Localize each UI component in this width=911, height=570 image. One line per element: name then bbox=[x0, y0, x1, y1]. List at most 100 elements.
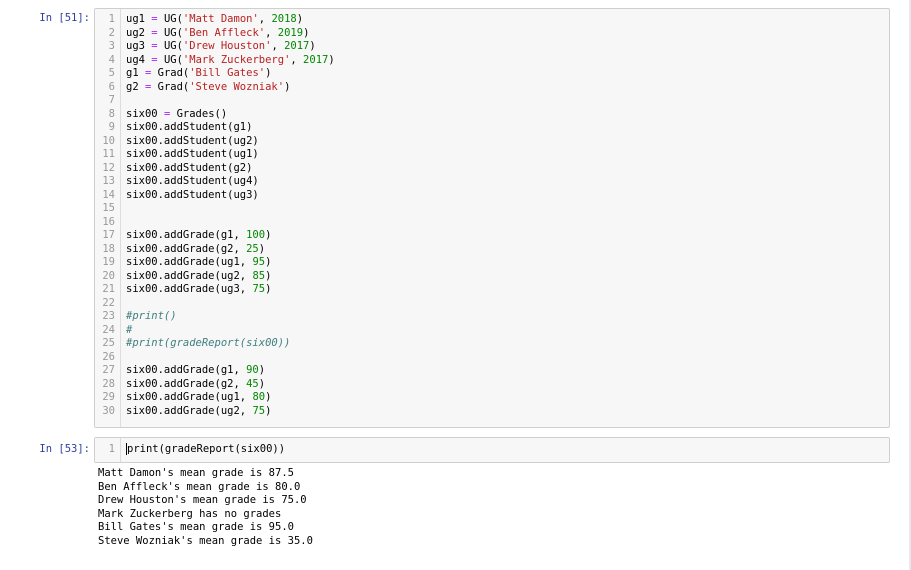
code-token: Grades() bbox=[170, 107, 228, 120]
code-token: 2019 bbox=[277, 26, 304, 39]
code-token: ug4 bbox=[126, 53, 152, 66]
code-line[interactable]: 12 six00.addStudent(g2) bbox=[95, 162, 889, 176]
code-token: six00.addGrade(ug2, bbox=[126, 404, 253, 417]
code-line[interactable]: 16 bbox=[95, 216, 889, 230]
code-line[interactable]: 10 six00.addStudent(ug2) bbox=[95, 135, 889, 149]
code-line[interactable]: 28 six00.addGrade(g2, 45) bbox=[95, 378, 889, 392]
code-token: ) bbox=[309, 40, 316, 52]
line-number: 10 bbox=[102, 134, 115, 147]
code-line[interactable]: 27 six00.addGrade(g1, 90) bbox=[95, 364, 889, 378]
output-line: Ben Affleck's mean grade is 80.0 bbox=[98, 480, 301, 493]
code-line[interactable]: 25 #print(gradeReport(six00)) bbox=[95, 337, 889, 351]
code-token: six00.addStudent(g2) bbox=[126, 161, 253, 174]
code-text: print(gradeReport(six00)) bbox=[126, 443, 285, 457]
code-line[interactable]: 14 six00.addStudent(ug3) bbox=[95, 189, 889, 203]
code-token: , bbox=[265, 26, 278, 39]
line-number: 1 bbox=[108, 443, 115, 455]
line-number: 27 bbox=[102, 364, 115, 376]
code-token: six00.addStudent(ug4) bbox=[126, 175, 259, 187]
code-line[interactable]: 1 print(gradeReport(six00)) bbox=[95, 443, 889, 457]
code-text: ug2 = UG('Ben Affleck', 2019) bbox=[126, 27, 309, 41]
code-line[interactable]: 29 six00.addGrade(ug1, 80) bbox=[95, 391, 889, 405]
code-text: six00.addGrade(g2, 45) bbox=[126, 378, 265, 392]
output-line: Mark Zuckerberg has no grades bbox=[98, 507, 282, 520]
code-token: 95 bbox=[252, 256, 266, 268]
code-line[interactable]: 15 bbox=[95, 202, 889, 216]
code-line[interactable]: 18 six00.addGrade(g2, 25) bbox=[95, 243, 889, 257]
code-token: 2017 bbox=[303, 53, 329, 66]
code-token: 2017 bbox=[284, 40, 310, 52]
cell-output: Matt Damon's mean grade is 87.5 Ben Affle… bbox=[98, 467, 313, 548]
code-token: Grad( bbox=[151, 67, 190, 79]
code-line[interactable]: 5 g1 = Grad('Bill Gates') bbox=[95, 67, 889, 81]
code-line[interactable]: 1 ug1 = UG('Matt Damon', 2018) bbox=[95, 13, 889, 27]
code-text: six00.addGrade(ug1, 80) bbox=[126, 391, 271, 405]
code-token: ) bbox=[296, 13, 304, 25]
code-token: 45 bbox=[246, 377, 259, 390]
code-token: ) bbox=[265, 404, 272, 417]
code-line[interactable]: 20 six00.addGrade(ug2, 85) bbox=[95, 270, 889, 284]
code-token: ug1 bbox=[126, 13, 152, 25]
code-line[interactable]: 11 six00.addStudent(ug1) bbox=[95, 148, 889, 162]
line-number: 28 bbox=[102, 377, 115, 390]
code-token: 100 bbox=[246, 229, 266, 241]
code-token: ) bbox=[328, 53, 335, 66]
code-text: six00.addStudent(ug4) bbox=[126, 175, 259, 189]
code-token: 'Ben Affleck' bbox=[182, 26, 266, 39]
line-number: 29 bbox=[102, 391, 115, 403]
code-text: ug3 = UG('Drew Houston', 2017) bbox=[126, 40, 316, 54]
code-token: #print(gradeReport(six00)) bbox=[126, 337, 291, 349]
code-token: six00.addGrade(g1, bbox=[126, 364, 247, 376]
code-line[interactable]: 17 six00.addGrade(g1, 100) bbox=[95, 229, 889, 243]
code-line[interactable]: 30 six00.addGrade(ug2, 75) bbox=[95, 405, 889, 419]
line-number: 9 bbox=[108, 121, 115, 133]
code-token: , bbox=[258, 13, 272, 25]
code-line[interactable]: 23 #print() bbox=[95, 310, 889, 324]
code-line[interactable]: 7 bbox=[95, 94, 889, 108]
code-token: 75 bbox=[252, 404, 266, 417]
code-token: 2018 bbox=[271, 13, 297, 25]
code-editor[interactable]: 1 print(gradeReport(six00)) bbox=[94, 437, 890, 463]
code-line[interactable]: 22 bbox=[95, 297, 889, 311]
code-token: ug3 bbox=[126, 40, 152, 52]
code-token: ) bbox=[303, 26, 310, 39]
line-number: 22 bbox=[102, 296, 115, 309]
code-line[interactable]: 13 six00.addStudent(ug4) bbox=[95, 175, 889, 189]
code-line[interactable]: 8 six00 = Grades() bbox=[95, 108, 889, 122]
code-token: 'Mark Zuckerberg' bbox=[182, 53, 291, 66]
code-text: six00.addGrade(ug3, 75) bbox=[126, 283, 271, 297]
line-number: 21 bbox=[102, 283, 115, 295]
code-line[interactable]: 19 six00.addGrade(ug1, 95) bbox=[95, 256, 889, 270]
code-token: , bbox=[271, 40, 285, 52]
line-number: 30 bbox=[102, 404, 115, 417]
code-token: six00.addGrade(ug3, bbox=[126, 283, 253, 295]
line-number: 7 bbox=[108, 94, 115, 106]
code-line[interactable]: 2 ug2 = UG('Ben Affleck', 2019) bbox=[95, 27, 889, 41]
code-token: g2 bbox=[126, 80, 145, 93]
code-line[interactable]: 3 ug3 = UG('Drew Houston', 2017) bbox=[95, 40, 889, 54]
code-token: six00.addGrade(ug1, bbox=[126, 391, 253, 403]
code-token: ) bbox=[265, 229, 272, 241]
code-text: six00 = Grades() bbox=[126, 108, 227, 122]
line-number: 20 bbox=[102, 269, 115, 282]
code-line[interactable]: 26 bbox=[95, 351, 889, 365]
line-number: 24 bbox=[102, 323, 115, 336]
code-token: six00.addGrade(g2, bbox=[126, 242, 247, 255]
cell-prompt: In [51]: bbox=[39, 12, 90, 24]
code-token: ) bbox=[265, 269, 272, 282]
code-text: six00.addStudent(ug1) bbox=[126, 148, 259, 162]
code-token: 'Bill Gates' bbox=[189, 67, 266, 79]
code-editor[interactable]: 1 ug1 = UG('Matt Damon', 2018) 2 ug2 = UG('… bbox=[94, 8, 890, 428]
code-line[interactable]: 9 six00.addStudent(g1) bbox=[95, 121, 889, 135]
code-line[interactable]: 24 # bbox=[95, 324, 889, 338]
code-token: 'Drew Houston' bbox=[182, 40, 272, 52]
code-line[interactable]: 21 six00.addGrade(ug3, 75) bbox=[95, 283, 889, 297]
code-token: ) bbox=[258, 377, 266, 390]
code-text: six00.addStudent(ug2) bbox=[126, 135, 259, 149]
code-token: six00.addGrade(ug1, bbox=[126, 256, 253, 268]
code-line[interactable]: 6 g2 = Grad('Steve Wozniak') bbox=[95, 81, 889, 95]
code-text: six00.addStudent(ug3) bbox=[126, 189, 259, 203]
code-line[interactable]: 4 ug4 = UG('Mark Zuckerberg', 2017) bbox=[95, 54, 889, 68]
code-token: ) bbox=[284, 80, 291, 93]
code-token: six00.addGrade(g1, bbox=[126, 229, 247, 241]
